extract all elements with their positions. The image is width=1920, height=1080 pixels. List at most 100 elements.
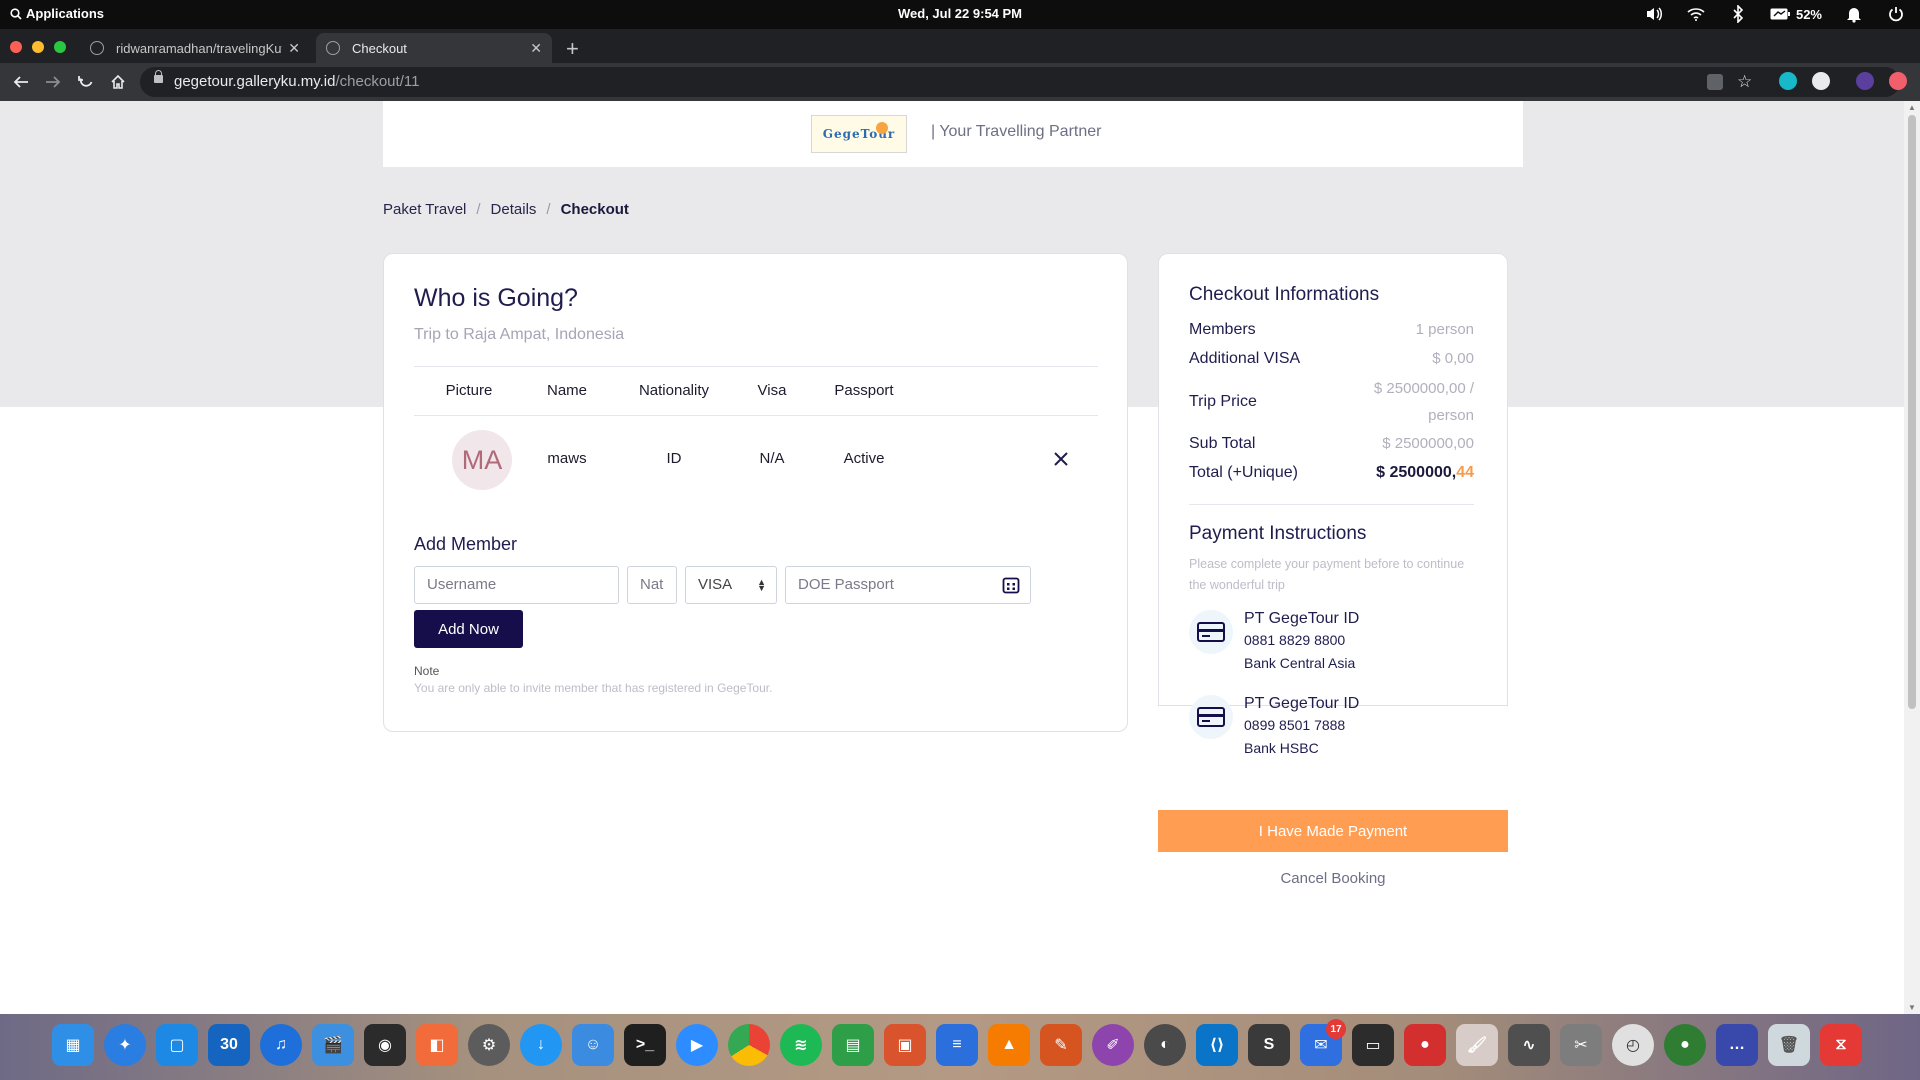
gegetour-logo[interactable]: GegeTour [811,115,907,153]
extension-alert-icon[interactable] [1889,72,1907,90]
mail-icon[interactable]: ✉ 17 [1300,1019,1346,1066]
page-viewport: GegeTour | Your Travelling Partner Paket… [0,101,1904,1014]
multitasking-icon[interactable]: ▦ [52,1024,94,1066]
who-is-going-card: Who is Going? Trip to Raja Ampat, Indone… [383,253,1128,732]
scroll-up-arrow-icon[interactable]: ▲ [1908,103,1916,112]
system-monitor-icon[interactable]: ∿ [1508,1024,1550,1066]
chrome-icon[interactable] [728,1024,770,1066]
extension-icon[interactable] [1812,72,1830,90]
bank-holder-name: PT GegeTour ID [1244,695,1360,712]
safari-compass-icon[interactable]: ✦ [104,1024,146,1066]
window-close-button[interactable] [10,41,22,53]
tab-close-icon[interactable]: ✕ [530,40,542,57]
cancel-booking-link[interactable]: Cancel Booking [1158,870,1508,887]
subtotal-row: Sub Total $ 2500000,00 [1189,435,1474,453]
translate-icon[interactable] [1707,74,1723,90]
wifi-icon[interactable] [1686,4,1706,24]
paint-brush-icon[interactable]: ✐ [1092,1024,1134,1066]
profile-avatar[interactable] [1856,72,1874,90]
music-icon[interactable]: ♫ [260,1024,302,1066]
vscode-icon[interactable]: ⟨⟩ [1196,1024,1238,1066]
spotify-icon[interactable]: ≋ [780,1024,822,1066]
green-app-icon[interactable]: ● [1664,1024,1706,1066]
visa-select[interactable]: VISA ▲ ▼ [685,566,777,604]
page-scrollbar[interactable]: ▲ ▼ [1904,101,1920,1014]
doe-passport-input[interactable]: DOE Passport [785,566,1031,604]
scrollbar-thumb[interactable] [1908,115,1916,709]
breadcrumb-paket-travel[interactable]: Paket Travel [383,201,466,218]
additional-visa-row: Additional VISA $ 0,00 [1189,350,1474,368]
nationality-input[interactable]: Nat [627,566,677,604]
finder-icon[interactable]: ☺ [572,1024,614,1066]
power-icon[interactable] [1886,4,1906,24]
presentation-icon[interactable]: ▣ [884,1024,926,1066]
clock-icon[interactable]: ◴ [1612,1024,1654,1066]
breadcrumb-details[interactable]: Details [491,201,537,218]
system-clock[interactable]: Wed, Jul 22 9:54 PM [0,6,1920,21]
zoom-video-icon[interactable]: ▶ [676,1024,718,1066]
volume-icon[interactable] [1644,4,1664,24]
members-value: 1 person [1415,321,1474,338]
settings-gear-icon[interactable]: ⚙ [468,1024,510,1066]
bookmark-star-icon[interactable]: ☆ [1737,72,1755,91]
reload-icon[interactable] [75,71,97,93]
download-icon[interactable]: ↓ [520,1024,562,1066]
screen-recorder-icon[interactable]: ● [1404,1024,1446,1066]
tab-close-icon[interactable]: ✕ [288,40,300,57]
spreadsheet-icon[interactable]: ▤ [832,1024,874,1066]
breadcrumb-separator: / [476,201,481,218]
gimp-icon[interactable]: ✎ [1040,1024,1082,1066]
tab-github[interactable]: ridwanramadhan/travelingKuy ✕ [80,33,310,63]
system-top-bar: Applications Wed, Jul 22 9:54 PM 52% [0,0,1920,29]
username-input[interactable]: Username [414,566,619,604]
dock-icons: ▦ ✦ ▢ 30 ♫ 🎬 ◉ ◧ ⚙ ↓ ☺ >_ ▶ ≋ ▤ ▣ ≡ ▲ ✎ … [52,1019,1862,1066]
total-label: Total (+Unique) [1189,464,1298,481]
table-row: MA maws ID N/A Active [414,416,1098,504]
member-name: maws [547,450,587,467]
notes-icon[interactable]: ▢ [156,1024,198,1066]
payment-instructions-text: Please complete your payment before to c… [1189,557,1465,592]
vlc-cone-icon[interactable]: ▲ [988,1024,1030,1066]
terminal-icon[interactable]: >_ [624,1024,666,1066]
member-nationality: ID [666,450,682,467]
scissors-icon[interactable]: ✂ [1560,1024,1602,1066]
camera-icon[interactable]: ◉ [364,1024,406,1066]
trash-icon[interactable]: 🗑 [1768,1024,1810,1066]
calendar-icon[interactable] [1002,576,1020,598]
home-icon[interactable] [107,71,129,93]
extension-m-icon[interactable] [1779,72,1797,90]
cleaner-brush-icon[interactable]: 🖌 [1456,1024,1498,1066]
note-label: Note [414,664,440,678]
video-clapper-icon[interactable]: 🎬 [312,1024,354,1066]
remove-member-close-icon[interactable] [1048,446,1074,472]
battery-icon [1770,8,1790,20]
notifications-bell-icon[interactable] [1844,4,1864,24]
sublime-text-icon[interactable]: S [1248,1024,1290,1066]
address-bar[interactable]: gegetour.galleryku.my.id/checkout/11 ☆ [140,67,1900,97]
subtotal-value: $ 2500000,00 [1382,435,1474,452]
window-app-icon[interactable]: … [1716,1024,1758,1066]
window-maximize-button[interactable] [54,41,66,53]
tab-checkout[interactable]: Checkout ✕ [316,33,552,63]
select-updown-icon: ▲ ▼ [757,577,766,593]
activity-monitor-icon[interactable]: ▭ [1352,1024,1394,1066]
browser-toolbar: gegetour.galleryku.my.id/checkout/11 ☆ [0,63,1920,101]
lock-icon[interactable] [154,70,163,83]
battery-percent: 52% [1795,6,1822,22]
disk-utility-icon[interactable]: ◐ [1144,1024,1186,1066]
forward-arrow-icon[interactable] [42,71,64,93]
back-arrow-icon[interactable] [10,71,32,93]
photo-viewer-icon[interactable]: ◧ [416,1024,458,1066]
add-now-button[interactable]: Add Now [414,610,523,648]
window-minimize-button[interactable] [32,41,44,53]
breadcrumb: Paket Travel / Details / Checkout [383,201,629,218]
bluetooth-icon[interactable] [1728,4,1748,24]
new-tab-plus-icon[interactable]: + [566,36,579,62]
scroll-down-arrow-icon[interactable]: ▼ [1908,1003,1916,1012]
calendar-app-icon[interactable]: 30 [208,1024,250,1066]
bank-account-number: 0881 8829 8800 [1244,632,1346,648]
pdf-reader-icon[interactable]: ⧖ [1820,1024,1862,1066]
made-payment-button[interactable]: I Have Made Payment [1158,810,1508,852]
battery-indicator[interactable]: 52% [1770,4,1822,24]
document-icon[interactable]: ≡ [936,1024,978,1066]
